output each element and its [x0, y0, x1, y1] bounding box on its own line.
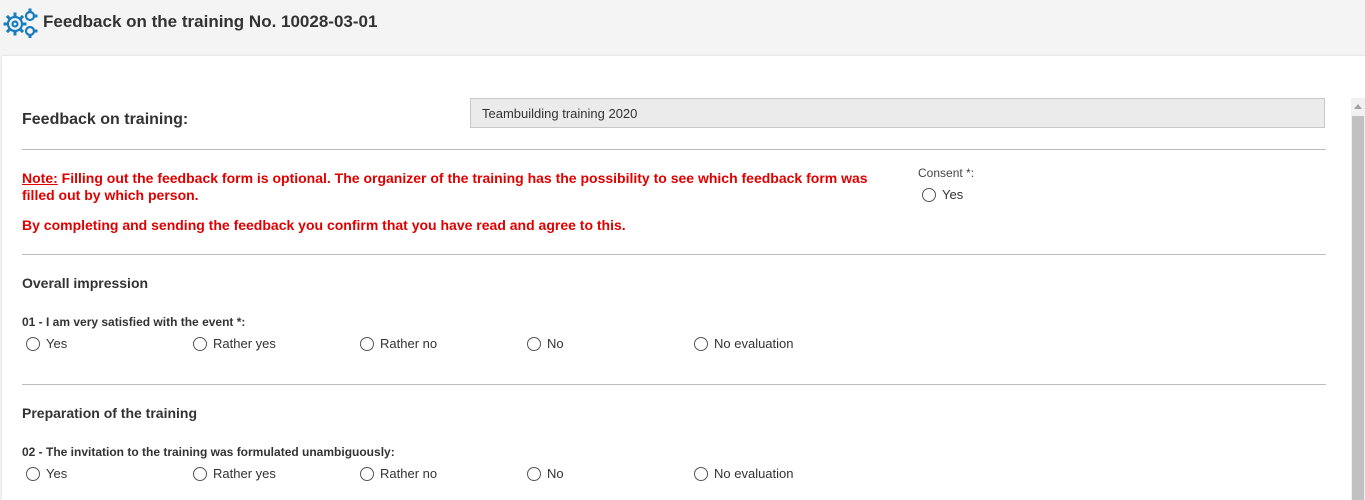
- question-02: 02 - The invitation to the training was …: [22, 445, 395, 459]
- q02-option-rather-no[interactable]: Rather no: [360, 466, 437, 481]
- note-text: Filling out the feedback form is optiona…: [22, 170, 868, 203]
- radio-circle[interactable]: [26, 466, 40, 481]
- q01-option-rather-no[interactable]: Rather no: [360, 336, 437, 351]
- q02-option-yes[interactable]: Yes: [26, 466, 67, 481]
- radio-circle[interactable]: [694, 466, 708, 481]
- radio-circle[interactable]: [527, 466, 541, 481]
- vertical-scrollbar[interactable]: [1351, 98, 1365, 500]
- option-label: No: [547, 466, 564, 481]
- divider: [22, 149, 1326, 150]
- q02-option-no[interactable]: No: [527, 466, 564, 481]
- q01-option-yes[interactable]: Yes: [26, 336, 67, 351]
- option-label: No: [547, 336, 564, 351]
- option-label: Yes: [46, 336, 68, 351]
- radio-circle[interactable]: [360, 466, 374, 481]
- gears-icon: [3, 8, 38, 38]
- radio-circle[interactable]: [193, 336, 207, 351]
- radio-circle[interactable]: [922, 187, 936, 202]
- q02-option-no-evaluation[interactable]: No evaluation: [694, 466, 794, 481]
- q02-option-rather-yes[interactable]: Rather yes: [193, 466, 276, 481]
- option-label: Rather no: [380, 336, 438, 351]
- radio-circle[interactable]: [694, 336, 708, 351]
- consent-yes-radio[interactable]: Yes: [922, 187, 963, 202]
- feedback-form-panel: Feedback on training: Teambuilding train…: [2, 56, 1365, 500]
- section-title-preparation: Preparation of the training: [22, 405, 198, 421]
- confirm-text: By completing and sending the feedback y…: [22, 217, 626, 233]
- optional-note: Note: Filling out the feedback form is o…: [22, 170, 897, 204]
- option-label: Rather yes: [213, 336, 276, 351]
- divider: [22, 254, 1326, 255]
- scrollbar-thumb[interactable]: [1352, 116, 1364, 500]
- section-title-overall-impression: Overall impression: [22, 275, 149, 291]
- radio-circle[interactable]: [193, 466, 207, 481]
- radio-circle[interactable]: [527, 336, 541, 351]
- page-title: Feedback on the training No. 10028-03-01: [43, 12, 378, 31]
- page-header: Feedback on the training No. 10028-03-01: [0, 0, 1365, 46]
- training-label: Feedback on training:: [22, 111, 189, 128]
- option-label: No evaluation: [714, 466, 794, 481]
- radio-circle[interactable]: [360, 336, 374, 351]
- q01-option-no[interactable]: No: [527, 336, 564, 351]
- q01-option-rather-yes[interactable]: Rather yes: [193, 336, 276, 351]
- note-key: Note:: [22, 170, 58, 186]
- consent-label: Consent *:: [918, 166, 975, 180]
- question-01: 01 - I am very satisfied with the event …: [22, 315, 246, 329]
- divider: [22, 384, 1326, 385]
- consent-yes-label: Yes: [942, 187, 964, 202]
- option-label: Rather no: [380, 466, 438, 481]
- option-label: Yes: [46, 466, 68, 481]
- training-name-field: Teambuilding training 2020: [470, 98, 1325, 128]
- radio-circle[interactable]: [26, 336, 40, 351]
- q01-option-no-evaluation[interactable]: No evaluation: [694, 336, 794, 351]
- scroll-up-arrow-icon[interactable]: [1354, 104, 1362, 109]
- option-label: Rather yes: [213, 466, 276, 481]
- option-label: No evaluation: [714, 336, 794, 351]
